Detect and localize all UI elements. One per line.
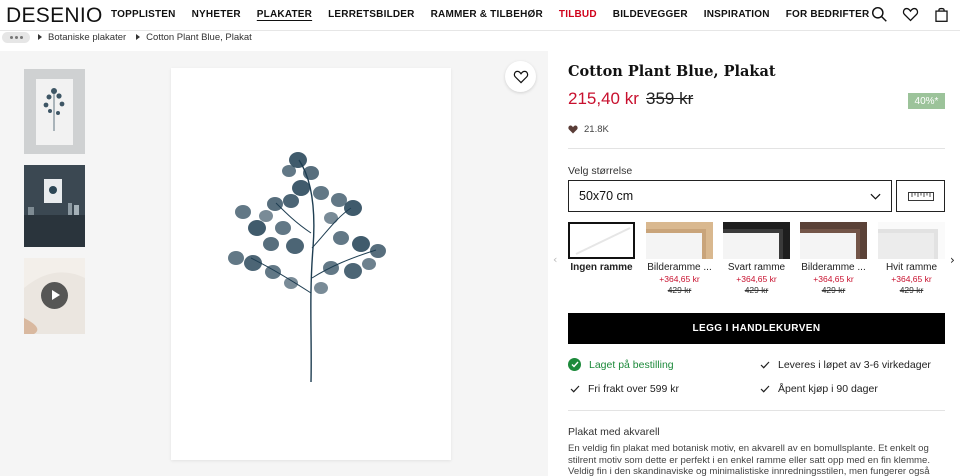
heart-icon[interactable] [902, 6, 919, 23]
size-guide-button[interactable] [896, 180, 945, 212]
frame-option-price: +364,65 kr [891, 274, 932, 284]
check-icon [570, 385, 580, 393]
usp-in-stock-label: Laget på bestilling [589, 358, 674, 371]
play-icon[interactable] [41, 282, 68, 309]
frames-prev-arrow-icon[interactable]: ‹ [553, 253, 557, 266]
frame-option-old-price: 429 kr [744, 285, 769, 295]
search-icon[interactable] [871, 6, 888, 23]
divider [568, 410, 945, 411]
nav-item-topplisten[interactable]: TOPPLISTEN [111, 9, 176, 20]
usp-delivery: Leveres i løpet av 3-6 virkedager [760, 359, 931, 371]
usp-returns: Åpent kjøp i 90 dager [760, 383, 878, 395]
description-text: En veldig fin plakat med botanisk motiv,… [568, 443, 946, 476]
likes-count-label: 21.8K [584, 124, 609, 135]
description-line: stilrent motiv som dette er perfekt i en… [568, 454, 931, 466]
gallery-thumbnail[interactable] [24, 69, 85, 154]
description-line: Veldig fin i den skandinaviske og minima… [568, 466, 930, 476]
room-scene-thumbnail-image [24, 165, 85, 247]
sale-price: 215,40 kr [568, 89, 639, 108]
check-icon [760, 361, 770, 369]
chevron-down-icon [870, 193, 881, 200]
heart-icon [513, 70, 528, 83]
product-title: Cotton Plant Blue, Plakat [568, 63, 776, 80]
ruler-icon [907, 191, 934, 201]
nav-item-lerretsbilder[interactable]: LERRETSBILDER [328, 9, 415, 20]
breadcrumb-separator-icon [38, 34, 42, 40]
gallery-video-thumbnail[interactable] [24, 258, 85, 334]
breadcrumb-more-button[interactable] [2, 31, 30, 43]
wishlist-button[interactable] [505, 61, 536, 92]
frame-option-oak[interactable]: Bilderamme ... +364,65 kr 429 kr [646, 222, 713, 295]
nav-item-for-bedrifter[interactable]: FOR BEDRIFTER [786, 9, 870, 20]
original-price: 359 kr [646, 89, 694, 108]
add-to-cart-button[interactable]: LEGG I HANDLEKURVEN [568, 313, 945, 344]
breadcrumb-item[interactable]: Botaniske plakater [48, 32, 126, 43]
divider [568, 148, 945, 149]
description-line: En veldig fin plakat med botanisk motiv,… [568, 443, 929, 454]
discount-badge: 40%* [908, 93, 945, 109]
breadcrumb-current: Cotton Plant Blue, Plakat [146, 31, 252, 43]
check-circle-icon [568, 358, 581, 371]
frame-option-label: Svart ramme [727, 262, 786, 273]
frame-swatch [646, 222, 713, 259]
frame-option-label: Ingen ramme [570, 262, 633, 273]
gallery-thumbnail[interactable] [24, 165, 85, 247]
frame-option-label: Hvit ramme [885, 262, 938, 273]
frame-swatch [723, 222, 790, 259]
nav-item-inspiration[interactable]: INSPIRATION [704, 9, 770, 20]
nav-item-rammer[interactable]: RAMMER & TILBEHØR [431, 9, 543, 20]
usp-delivery-label: Leveres i løpet av 3-6 virkedager [778, 359, 931, 371]
description-title: Plakat med akvarell [568, 426, 660, 438]
product-gallery [0, 51, 548, 476]
usp-in-stock: Laget på bestilling [568, 358, 674, 371]
frame-option-none[interactable]: Ingen ramme [568, 222, 635, 273]
size-select[interactable]: 50x70 cm [568, 180, 892, 212]
main-nav: TOPPLISTEN NYHETER PLAKATER LERRETSBILDE… [111, 9, 885, 20]
nav-item-bildevegger[interactable]: BILDEVEGGER [613, 9, 688, 20]
frame-option-price: +364,65 kr [659, 274, 700, 284]
frame-option-label: Bilderamme ... [801, 262, 866, 273]
size-select-value: 50x70 cm [579, 189, 634, 203]
frame-option-black[interactable]: Svart ramme +364,65 kr 429 kr [723, 222, 790, 295]
usp-shipping-label: Fri frakt over 599 kr [588, 383, 680, 395]
frame-option-white[interactable]: Hvit ramme +364,65 kr 429 kr [878, 222, 945, 295]
frame-option-price: +364,65 kr [813, 274, 854, 284]
frame-swatch [878, 222, 945, 259]
breadcrumb-separator-icon [136, 34, 141, 40]
frame-option-old-price: 429 kr [821, 285, 846, 295]
likes-count: 21.8K [568, 124, 609, 135]
cotton-plant-illustration [228, 152, 386, 383]
frame-option-price: +364,65 kr [736, 274, 777, 284]
bag-icon[interactable] [933, 6, 950, 23]
heart-filled-icon [568, 125, 578, 134]
frames-next-arrow-icon[interactable]: › [950, 253, 955, 267]
usp-returns-label: Åpent kjøp i 90 dager [778, 383, 878, 395]
nav-item-nyheter[interactable]: NYHETER [192, 9, 241, 20]
size-label: Velg størrelse [568, 165, 633, 177]
frame-option-walnut[interactable]: Bilderamme ... +364,65 kr 429 kr [800, 222, 867, 295]
site-logo[interactable]: DESENIO [6, 4, 103, 28]
frame-swatch [568, 222, 635, 259]
plant-poster-thumbnail-image [36, 79, 73, 145]
frame-option-label: Bilderamme ... [647, 262, 712, 273]
breadcrumb: Botaniske plakater Cotton Plant Blue, Pl… [2, 31, 262, 43]
check-icon [760, 385, 770, 393]
frame-swatch [800, 222, 867, 259]
nav-item-plakater[interactable]: PLAKATER [257, 9, 312, 20]
main-product-image[interactable] [171, 68, 451, 460]
frame-option-old-price: 429 kr [667, 285, 692, 295]
usp-shipping: Fri frakt over 599 kr [570, 383, 679, 395]
frame-option-old-price: 429 kr [899, 285, 924, 295]
site-header: DESENIO TOPPLISTEN NYHETER PLAKATER LERR… [0, 0, 960, 31]
header-actions [871, 6, 950, 23]
nav-item-tilbud[interactable]: TILBUD [559, 9, 597, 20]
